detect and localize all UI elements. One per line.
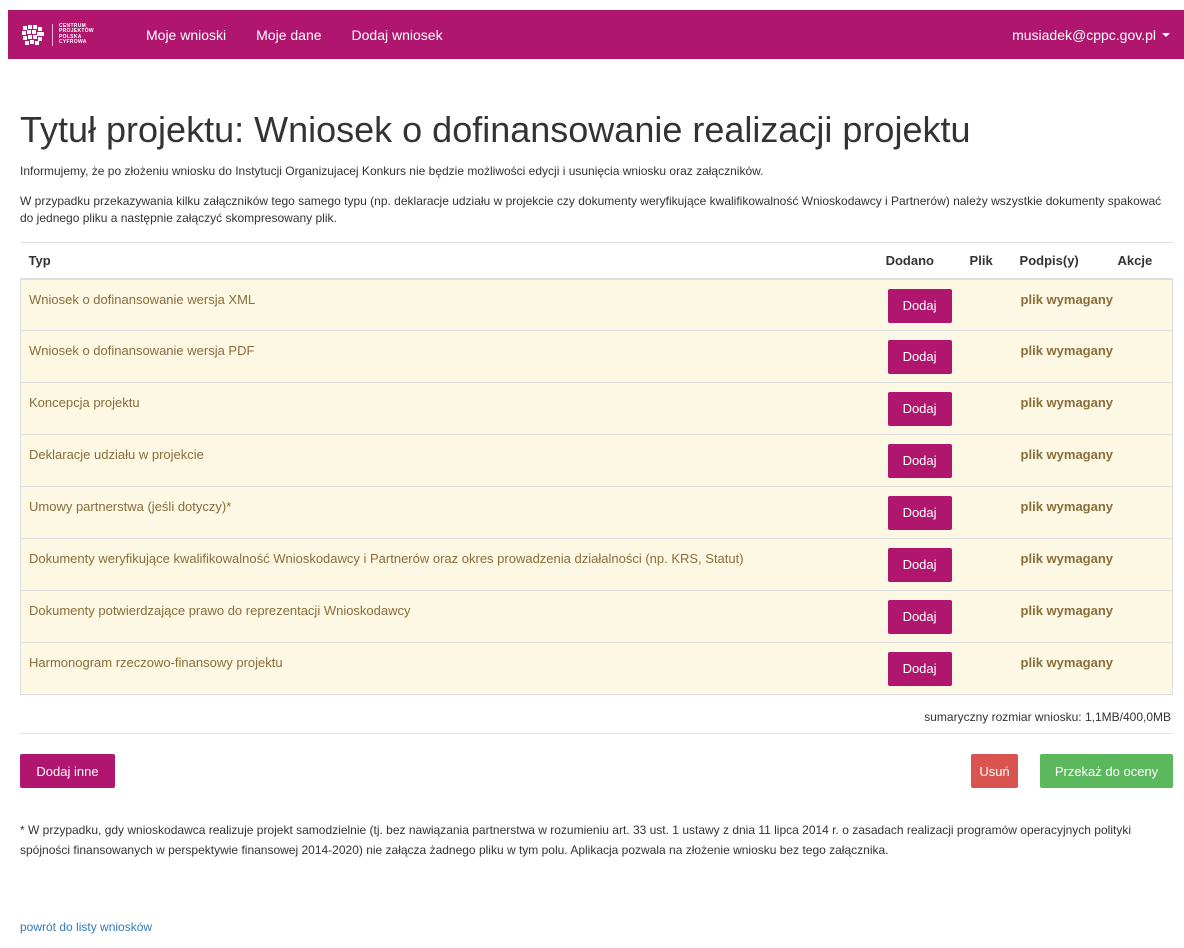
attachment-type-label: Deklaracje udziału w projekcie <box>19 434 878 487</box>
required-file-status: plik wymagany <box>961 278 1173 331</box>
required-file-status: plik wymagany <box>961 590 1173 643</box>
required-file-status: plik wymagany <box>961 486 1173 539</box>
required-file-status: plik wymagany <box>961 642 1173 695</box>
logo-text: CENTRUM PROJEKTÓW POLSKA CYFROWA <box>59 22 94 45</box>
col-akcje: Akcje <box>1109 242 1173 280</box>
table-row: Dokumenty potwierdzające prawo do reprez… <box>19 590 1173 643</box>
dodano-cell: Dodaj <box>877 642 962 695</box>
add-attachment-button[interactable]: Dodaj <box>887 496 952 530</box>
add-attachment-button[interactable]: Dodaj <box>887 288 952 323</box>
attachment-type-label: Wniosek o dofinansowanie wersja PDF <box>19 330 878 383</box>
logo-divider <box>52 23 53 46</box>
logo[interactable]: CENTRUM PROJEKTÓW POLSKA CYFROWA <box>20 19 122 51</box>
page-title: Tytuł projektu: Wniosek o dofinansowanie… <box>20 109 971 150</box>
info-instructions: W przypadku przekazywania kilku załączni… <box>20 194 1162 225</box>
dodano-cell: Dodaj <box>877 434 962 487</box>
add-attachment-button[interactable]: Dodaj <box>887 444 952 478</box>
back-to-list-link[interactable]: powrót do listy wniosków <box>20 920 152 934</box>
footnote: * W przypadku, gdy wnioskodawca realizuj… <box>20 823 1131 857</box>
table-row: Harmonogram rzeczowo-finansowy projektu D… <box>19 642 1173 695</box>
table-header-row: Typ Dodano Plik Podpis(y) Akcje <box>20 242 1173 280</box>
table-row: Umowy partnerstwa (jeśli dotyczy)* Dodaj p… <box>19 486 1173 539</box>
user-email: musiadek@cppc.gov.pl <box>1012 26 1156 43</box>
chevron-down-icon <box>1162 32 1170 37</box>
dodano-cell: Dodaj <box>877 382 962 435</box>
col-plik: Plik <box>961 242 1012 280</box>
col-podpisy: Podpis(y) <box>1011 242 1110 280</box>
delete-button[interactable]: Usuń <box>971 754 1018 788</box>
table-row: Dokumenty weryfikujące kwalifikowalność … <box>19 538 1173 591</box>
add-attachment-button[interactable]: Dodaj <box>887 600 952 634</box>
add-attachment-button[interactable]: Dodaj <box>887 340 952 374</box>
required-file-status: plik wymagany <box>961 330 1173 383</box>
total-size-summary: sumaryczny rozmiar wniosku: 1,1MB/400,0M… <box>20 710 1173 734</box>
table-row: Koncepcja projektu Dodaj plik wymagany <box>19 382 1173 435</box>
attachment-type-label: Dokumenty potwierdzające prawo do reprez… <box>19 590 878 643</box>
dodano-cell: Dodaj <box>877 538 962 591</box>
attachment-type-label: Wniosek o dofinansowanie wersja XML <box>19 278 878 331</box>
table-row: Wniosek o dofinansowanie wersja XML Dodaj… <box>19 278 1173 331</box>
nav-dodaj-wniosek[interactable]: Dodaj wniosek <box>352 27 443 43</box>
attachment-type-label: Umowy partnerstwa (jeśli dotyczy)* <box>19 486 878 539</box>
attachment-type-label: Harmonogram rzeczowo-finansowy projektu <box>19 642 878 695</box>
required-file-status: plik wymagany <box>961 382 1173 435</box>
dodano-cell: Dodaj <box>877 330 962 383</box>
submit-for-evaluation-button[interactable]: Przekaż do oceny <box>1040 754 1173 788</box>
attachment-type-label: Dokumenty weryfikujące kwalifikowalność … <box>19 538 878 591</box>
nav-moje-wnioski[interactable]: Moje wnioski <box>146 27 226 43</box>
dodano-cell: Dodaj <box>877 590 962 643</box>
add-attachment-button[interactable]: Dodaj <box>887 548 952 582</box>
required-file-status: plik wymagany <box>961 434 1173 487</box>
attachments-table: Typ Dodano Plik Podpis(y) Akcje Wniosek … <box>19 242 1173 695</box>
add-other-button[interactable]: Dodaj inne <box>20 754 115 788</box>
user-menu[interactable]: musiadek@cppc.gov.pl <box>1012 27 1170 43</box>
add-attachment-button[interactable]: Dodaj <box>887 392 952 426</box>
col-typ: Typ <box>20 242 878 280</box>
dodano-cell: Dodaj <box>877 486 962 539</box>
table-row: Wniosek o dofinansowanie wersja PDF Dodaj… <box>19 330 1173 383</box>
required-file-status: plik wymagany <box>961 538 1173 591</box>
info-notice: Informujemy, że po złożeniu wniosku do I… <box>20 164 764 178</box>
col-dodano: Dodano <box>877 242 962 280</box>
top-navbar: CENTRUM PROJEKTÓW POLSKA CYFROWA Moje wn… <box>8 10 1184 59</box>
nav-moje-dane[interactable]: Moje dane <box>256 27 321 43</box>
dodano-cell: Dodaj <box>877 278 962 331</box>
logo-map-icon <box>22 24 44 45</box>
add-attachment-button[interactable]: Dodaj <box>887 652 952 686</box>
attachment-type-label: Koncepcja projektu <box>19 382 878 435</box>
table-row: Deklaracje udziału w projekcie Dodaj plik … <box>19 434 1173 487</box>
